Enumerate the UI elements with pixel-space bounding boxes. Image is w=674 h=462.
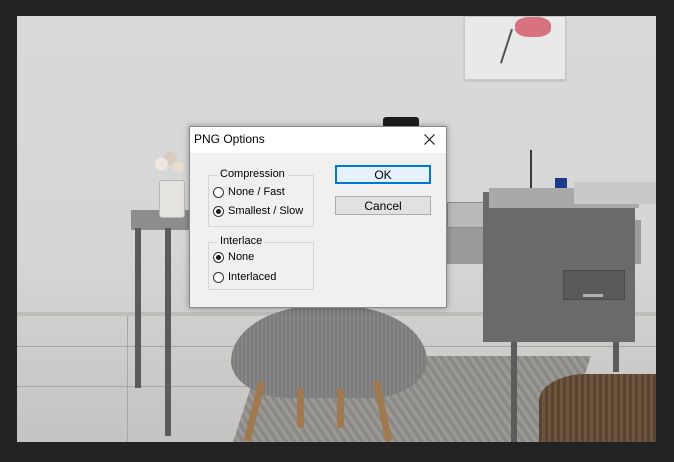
chair-leg — [337, 388, 344, 428]
drawer-handle — [583, 294, 603, 297]
desk-leg — [165, 228, 171, 436]
dialog-title: PNG Options — [194, 132, 265, 146]
basket — [539, 374, 656, 442]
compression-label: Compression — [217, 168, 288, 180]
ok-button[interactable]: OK — [335, 165, 431, 184]
radio-button-selected[interactable] — [213, 205, 224, 217]
lamp — [530, 150, 532, 192]
radio-label: Interlaced — [228, 271, 277, 283]
cancel-button[interactable]: Cancel — [335, 196, 431, 215]
side-table — [574, 182, 656, 204]
interlace-group: Interlace None Interlaced — [208, 235, 314, 290]
radio-button[interactable] — [213, 186, 224, 198]
radio-label: None — [228, 251, 255, 263]
dialog-titlebar[interactable]: PNG Options — [190, 127, 446, 153]
radio-button[interactable] — [213, 271, 224, 283]
radio-label: None / Fast — [228, 186, 285, 198]
radio-interlace-none[interactable]: None — [213, 249, 254, 265]
close-icon — [424, 134, 435, 145]
radio-button-selected[interactable] — [213, 251, 224, 263]
radio-interlaced[interactable]: Interlaced — [213, 269, 276, 285]
cancel-button-label: Cancel — [364, 198, 402, 213]
radio-label: Smallest / Slow — [228, 205, 304, 217]
png-options-dialog: PNG Options Compression None / Fast Smal… — [189, 126, 447, 308]
vase — [159, 180, 185, 218]
close-button[interactable] — [414, 127, 446, 153]
chair-leg — [297, 388, 304, 428]
interlace-label: Interlace — [217, 235, 266, 247]
wall-painting — [464, 16, 566, 80]
flowers — [149, 152, 191, 182]
radio-smallest-slow[interactable]: Smallest / Slow — [213, 203, 303, 219]
radio-none-fast[interactable]: None / Fast — [213, 184, 285, 200]
desk-leg — [135, 228, 141, 388]
drawer-cabinet — [483, 192, 635, 342]
compression-group: Compression None / Fast Smallest / Slow — [208, 168, 314, 227]
ok-button-label: OK — [374, 167, 392, 182]
